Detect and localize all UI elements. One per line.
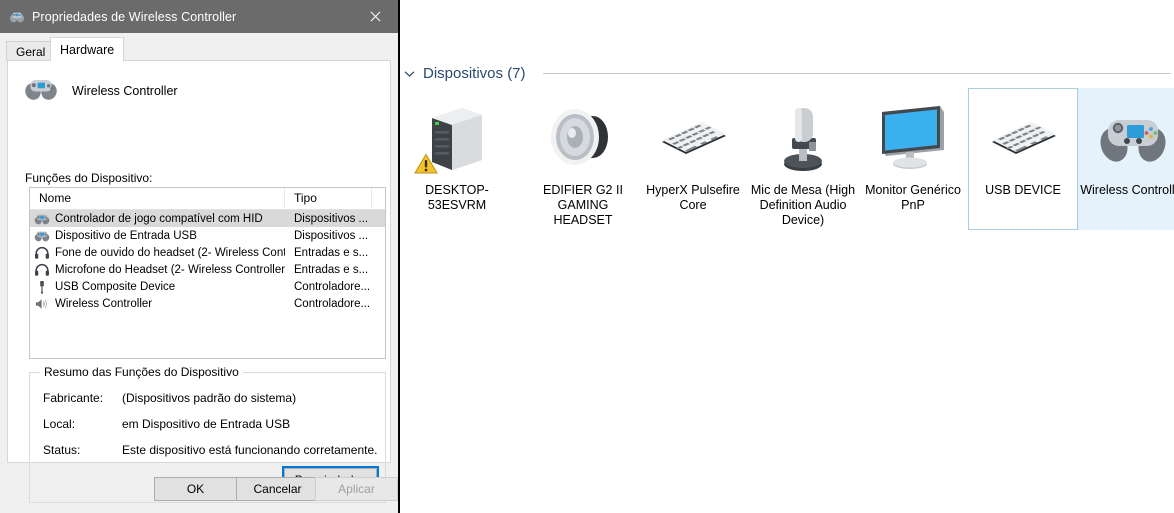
gamepad-icon <box>34 229 50 243</box>
column-header-tipo[interactable]: Tipo <box>285 188 372 210</box>
list-body: Controlador de jogo compatível com HID D… <box>30 210 385 312</box>
pc-tower-icon <box>414 98 496 176</box>
row-name-cell: Dispositivo de Entrada USB <box>30 229 285 243</box>
close-icon[interactable] <box>353 0 398 33</box>
row-name-cell: Fone de ouvido do headset (2- Wireless C… <box>30 246 285 260</box>
device-tile-label: Mic de Mesa (High Definition Audio Devic… <box>750 183 856 227</box>
speaker-icon <box>34 297 50 311</box>
keyboard-icon <box>984 98 1062 176</box>
row-type-cell: Entradas e s... <box>294 246 369 259</box>
devices-panel: Dispositivos (7) DESKTOP-53ESVRM EDIFIER… <box>402 0 1174 513</box>
chevron-down-icon[interactable] <box>403 67 416 80</box>
device-tile-label: Monitor Genérico PnP <box>865 183 961 212</box>
row-name-text: Fone de ouvido do headset (2- Wireless C… <box>55 246 285 259</box>
device-tile[interactable]: HyperX Pulsefire Core <box>638 88 748 230</box>
row-type-cell: Dispositivos ... <box>294 229 369 242</box>
device-tile-label: USB DEVICE <box>985 183 1061 197</box>
table-row[interactable]: Dispositivo de Entrada USB Dispositivos … <box>30 227 385 244</box>
row-name-cell: USB Composite Device <box>30 280 285 294</box>
table-row[interactable]: Wireless Controller Controladore... <box>30 295 385 312</box>
device-tile[interactable]: Mic de Mesa (High Definition Audio Devic… <box>748 88 858 230</box>
row-name-cell: Wireless Controller <box>30 297 285 311</box>
tab-hardware[interactable]: Hardware <box>50 37 125 62</box>
functions-label: Funções do Dispositivo: <box>25 171 153 185</box>
device-tile-label: DESKTOP-53ESVRM <box>425 183 489 212</box>
keyboard-icon <box>654 98 732 176</box>
gamepad-icon <box>1094 98 1172 176</box>
status-value: Este dispositivo está funcionando corret… <box>122 443 378 457</box>
table-row[interactable]: USB Composite Device Controladore... <box>30 278 385 295</box>
summary-title: Resumo das Funções do Dispositivo <box>40 365 243 379</box>
row-name-text: Controlador de jogo compatível com HID <box>55 212 263 225</box>
table-row[interactable]: Fone de ouvido do headset (2- Wireless C… <box>30 244 385 261</box>
device-tile-label: EDIFIER G2 II GAMING HEADSET <box>543 183 623 227</box>
gamepad-icon <box>24 75 58 106</box>
tab-geral[interactable]: Geral <box>6 41 56 61</box>
gamepad-icon <box>9 9 25 25</box>
device-tile[interactable]: Monitor Genérico PnP <box>858 88 968 230</box>
row-name-text: USB Composite Device <box>55 280 176 293</box>
device-tile[interactable]: EDIFIER G2 II GAMING HEADSET <box>528 88 638 230</box>
monitor-icon <box>874 98 952 176</box>
manufacturer-value: (Dispositivos padrão do sistema) <box>122 391 297 405</box>
group-divider <box>542 73 1171 74</box>
table-row[interactable]: Microfone do Headset (2- Wireless Contro… <box>30 261 385 278</box>
row-name-cell: Controlador de jogo compatível com HID <box>30 212 285 226</box>
screen: Propriedades de Wireless Controller Gera… <box>0 0 1174 513</box>
location-label: Local: <box>43 417 76 431</box>
row-name-text: Dispositivo de Entrada USB <box>55 229 197 242</box>
device-functions-list[interactable]: Nome Tipo Controlador de jogo compatível… <box>29 187 386 359</box>
tabstrip: Geral Hardware <box>0 33 398 62</box>
row-name-text: Wireless Controller <box>55 297 153 310</box>
row-name-cell: Microfone do Headset (2- Wireless Contro… <box>30 263 285 277</box>
cancel-button[interactable]: Cancelar <box>236 477 319 501</box>
warning-icon <box>414 153 438 175</box>
dialog-title: Propriedades de Wireless Controller <box>32 9 237 24</box>
status-label: Status: <box>43 443 81 457</box>
column-header-pad <box>372 188 385 210</box>
device-header: Wireless Controller <box>24 75 178 106</box>
device-tile[interactable]: USB DEVICE <box>968 88 1078 230</box>
devices-group-header[interactable]: Dispositivos (7) <box>403 65 1173 82</box>
location-value: em Dispositivo de Entrada USB <box>122 417 291 431</box>
headset-icon <box>34 246 50 260</box>
dialog-titlebar: Propriedades de Wireless Controller <box>0 0 398 33</box>
speaker-icon <box>544 98 622 176</box>
manufacturer-label: Fabricante: <box>43 391 104 405</box>
hardware-tab-page: Wireless Controller Funções do Dispositi… <box>7 60 391 503</box>
row-type-cell: Entradas e s... <box>294 263 369 276</box>
row-type-cell: Dispositivos ... <box>294 212 369 225</box>
row-name-text: Microfone do Headset (2- Wireless Contro… <box>55 263 285 276</box>
table-row[interactable]: Controlador de jogo compatível com HID D… <box>30 210 385 227</box>
device-header-name: Wireless Controller <box>72 83 178 98</box>
row-type-cell: Controladore... <box>294 297 371 310</box>
properties-dialog: Propriedades de Wireless Controller Gera… <box>0 0 400 513</box>
devices-group-title: Dispositivos (7) <box>423 65 526 82</box>
device-tile[interactable]: DESKTOP-53ESVRM <box>402 88 512 230</box>
device-grid: DESKTOP-53ESVRM EDIFIER G2 II GAMING HEA… <box>402 88 1174 238</box>
dialog-button-bar: OK Cancelar Aplicar <box>0 470 398 513</box>
gamepad-icon <box>34 212 50 226</box>
headset-icon <box>34 263 50 277</box>
list-header: Nome Tipo <box>30 188 385 210</box>
row-type-cell: Controladore... <box>294 280 371 293</box>
apply-button: Aplicar <box>315 477 398 501</box>
device-tile-label: Wireless Controller <box>1080 183 1174 197</box>
column-header-nome[interactable]: Nome <box>30 188 285 210</box>
microphone-icon <box>764 98 842 176</box>
device-tile-label: HyperX Pulsefire Core <box>646 183 740 212</box>
ok-button[interactable]: OK <box>154 477 237 501</box>
usb-plug-icon <box>34 280 50 294</box>
device-tile[interactable]: Wireless Controller <box>1078 88 1174 230</box>
